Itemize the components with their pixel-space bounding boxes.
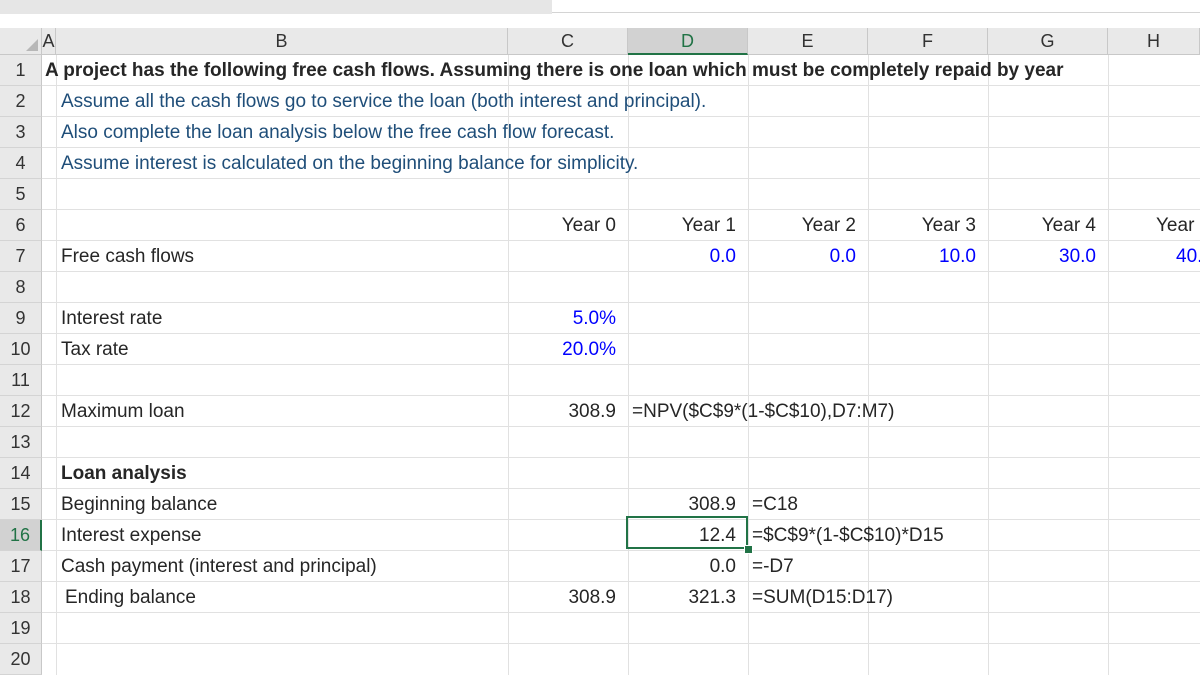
formula-bar-border (552, 12, 1200, 13)
row-header-5[interactable]: 5 (0, 179, 42, 210)
cell-b9-label[interactable]: Interest rate (61, 303, 162, 334)
cell-b16-label[interactable]: Interest expense (61, 520, 201, 551)
row-header-18[interactable]: 18 (0, 582, 42, 613)
cell-h7-cash-flow[interactable]: 40. (1176, 241, 1200, 272)
cell-c10-tax-rate[interactable]: 20.0% (508, 334, 616, 365)
row-header-17[interactable]: 17 (0, 551, 42, 582)
column-header-a[interactable]: A (42, 28, 56, 55)
row-header-19[interactable]: 19 (0, 613, 42, 644)
active-cell-selection (626, 516, 748, 549)
cell-b3-instruction[interactable]: Also complete the loan analysis below th… (61, 117, 614, 148)
column-header-f[interactable]: F (868, 28, 988, 55)
cell-b2-instruction[interactable]: Assume all the cash flows go to service … (61, 86, 706, 117)
cell-e17-formula-text[interactable]: =-D7 (752, 551, 794, 582)
cell-f7-cash-flow[interactable]: 10.0 (868, 241, 976, 272)
row-header-7[interactable]: 7 (0, 241, 42, 272)
cell-h6-year-label[interactable]: Year (1156, 210, 1194, 241)
cell-c18-value[interactable]: 308.9 (508, 582, 616, 613)
cell-b15-label[interactable]: Beginning balance (61, 489, 217, 520)
row-header-4[interactable]: 4 (0, 148, 42, 179)
cell-b4-instruction[interactable]: Assume interest is calculated on the beg… (61, 148, 638, 179)
row-header-2[interactable]: 2 (0, 86, 42, 117)
column-header-d[interactable]: D (628, 28, 748, 55)
column-header-b[interactable]: B (56, 28, 508, 55)
column-header-g[interactable]: G (988, 28, 1108, 55)
cell-d7-cash-flow[interactable]: 0.0 (628, 241, 736, 272)
cell-c9-interest-rate[interactable]: 5.0% (508, 303, 616, 334)
row-header-20[interactable]: 20 (0, 644, 42, 675)
cell-e18-formula-text[interactable]: =SUM(D15:D17) (752, 582, 893, 613)
row-header-14[interactable]: 14 (0, 458, 42, 489)
cell-g6-year-label[interactable]: Year 4 (988, 210, 1096, 241)
cell-d6-year-label[interactable]: Year 1 (628, 210, 736, 241)
cell-f6-year-label[interactable]: Year 3 (868, 210, 976, 241)
cell-e16-formula-text[interactable]: =$C$9*(1-$C$10)*D15 (752, 520, 944, 551)
cell-d12-formula-text[interactable]: =NPV($C$9*(1-$C$10),D7:M7) (632, 396, 894, 427)
row-header-9[interactable]: 9 (0, 303, 42, 334)
cell-b14-section-heading[interactable]: Loan analysis (61, 458, 187, 489)
formula-bar-area (0, 0, 1200, 28)
cell-b10-label[interactable]: Tax rate (61, 334, 129, 365)
cell-a1-title[interactable]: A project has the following free cash fl… (45, 55, 1064, 86)
row-header-3[interactable]: 3 (0, 117, 42, 148)
row-header-16[interactable]: 16 (0, 520, 42, 551)
column-header-h[interactable]: H (1108, 28, 1200, 55)
row-header-11[interactable]: 11 (0, 365, 42, 396)
cell-b17-label[interactable]: Cash payment (interest and principal) (61, 551, 377, 582)
cell-g7-cash-flow[interactable]: 30.0 (988, 241, 1096, 272)
fill-handle[interactable] (744, 545, 753, 554)
name-box-area[interactable] (0, 0, 552, 14)
cell-b12-label[interactable]: Maximum loan (61, 396, 185, 427)
cell-e7-cash-flow[interactable]: 0.0 (748, 241, 856, 272)
row-header-1[interactable]: 1 (0, 55, 42, 86)
cell-c12-maximum-loan[interactable]: 308.9 (508, 396, 616, 427)
cell-e6-year-label[interactable]: Year 2 (748, 210, 856, 241)
row-header-15[interactable]: 15 (0, 489, 42, 520)
cell-d18-value[interactable]: 321.3 (628, 582, 736, 613)
cell-e15-formula-text[interactable]: =C18 (752, 489, 798, 520)
cell-b7-label[interactable]: Free cash flows (61, 241, 194, 272)
column-header-e[interactable]: E (748, 28, 868, 55)
row-header-10[interactable]: 10 (0, 334, 42, 365)
row-header-6[interactable]: 6 (0, 210, 42, 241)
cell-c6-year-label[interactable]: Year 0 (508, 210, 616, 241)
row-header-8[interactable]: 8 (0, 272, 42, 303)
row-header-13[interactable]: 13 (0, 427, 42, 458)
select-all-corner[interactable] (0, 28, 42, 55)
select-all-triangle-icon (26, 39, 38, 51)
row-header-12[interactable]: 12 (0, 396, 42, 427)
column-header-c[interactable]: C (508, 28, 628, 55)
cell-b18-label[interactable]: Ending balance (65, 582, 196, 613)
cell-d17-value[interactable]: 0.0 (628, 551, 736, 582)
